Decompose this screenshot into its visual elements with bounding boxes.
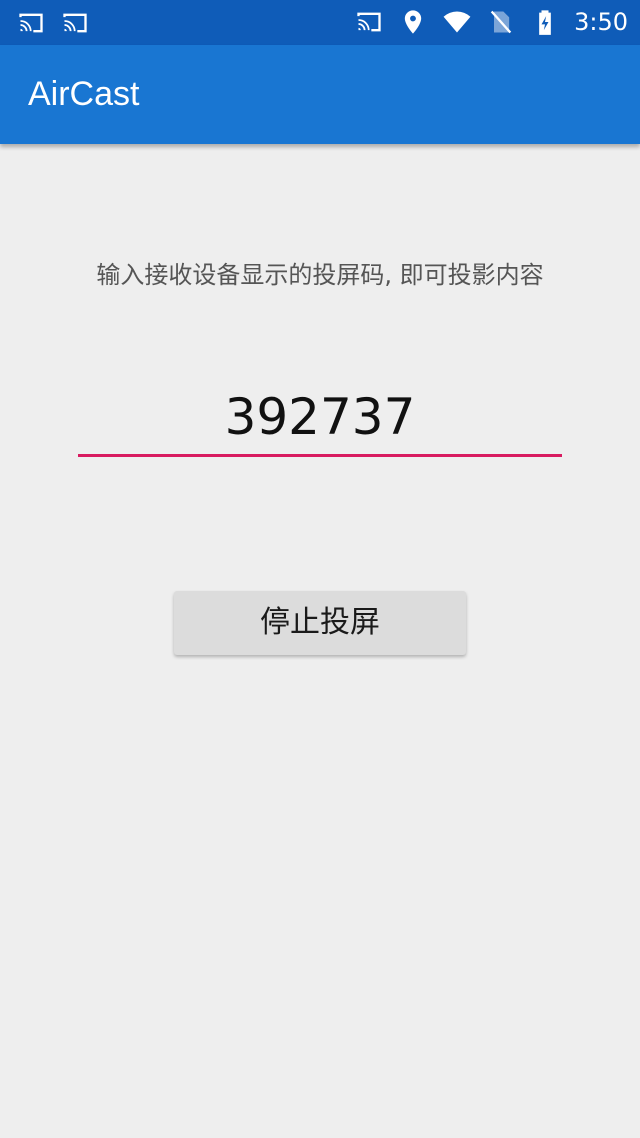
app-title: AirCast <box>28 75 140 113</box>
notification-icons <box>16 9 90 37</box>
location-icon <box>398 8 428 36</box>
status-clock: 3:50 <box>574 8 628 36</box>
instruction-text: 输入接收设备显示的投屏码, 即可投影内容 <box>96 261 544 289</box>
battery-charging-icon <box>530 8 560 36</box>
cast-icon <box>354 8 384 36</box>
status-bar: 3:50 <box>0 0 640 45</box>
system-icons: 3:50 <box>354 8 628 36</box>
cast-icon <box>60 9 90 37</box>
stop-casting-button[interactable]: 停止投屏 <box>174 591 466 655</box>
cast-code-underline <box>78 454 562 457</box>
cast-icon <box>16 9 46 37</box>
wifi-icon <box>442 8 472 36</box>
no-sim-icon <box>486 8 516 36</box>
app-bar: AirCast <box>0 45 640 144</box>
cast-code-input[interactable] <box>78 386 562 448</box>
